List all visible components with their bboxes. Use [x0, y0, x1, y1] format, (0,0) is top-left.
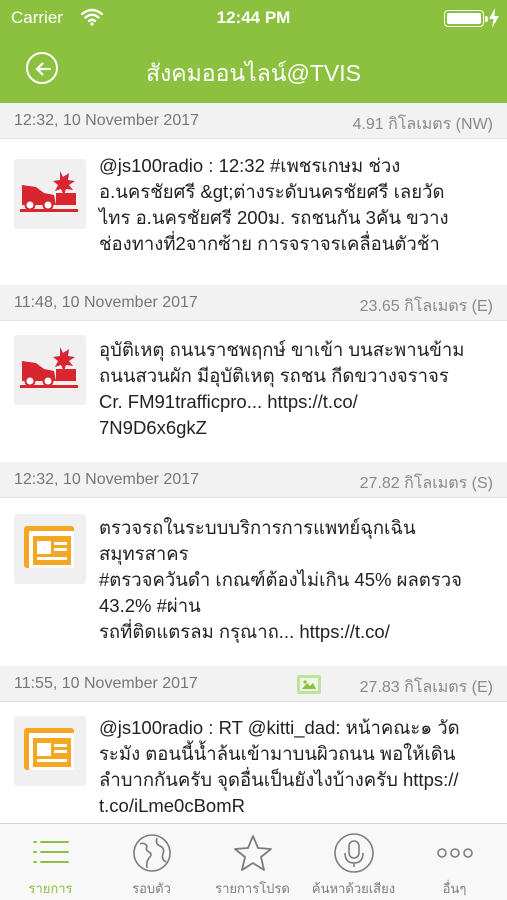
tab-voice-search[interactable]: ค้นหาด้วยเสียง: [303, 824, 404, 900]
charging-icon: [489, 8, 499, 28]
item-text: ตรวจรถในระบบบริการการแพทย์ฉุกเฉิน สมุทรส…: [99, 517, 462, 642]
item-header: 12:32, 10 November 2017 27.82 กิโลเมตร (…: [0, 462, 507, 498]
feed-item[interactable]: อุบัติเหตุ ถนนราชพฤกษ์ ขาเข้า บนสะพานข้า…: [0, 321, 507, 461]
news-icon: [14, 514, 86, 584]
tab-label: ค้นหาด้วยเสียง: [311, 881, 396, 896]
tab-label: รอบตัว: [132, 881, 171, 896]
item-text: @js100radio : RT @kitti_dad: หน้าคณะ๑ วั…: [99, 717, 460, 816]
more-icon: [437, 848, 473, 858]
status-bar: Carrier 12:44 PM: [0, 0, 507, 36]
tab-label: อื่นๆ: [442, 881, 467, 896]
item-header: 11:48, 10 November 2017 23.65 กิโลเมตร (…: [0, 285, 507, 321]
car-crash-icon: [14, 159, 86, 229]
item-date: 11:55, 10 November 2017: [14, 675, 198, 692]
star-icon: [234, 835, 272, 871]
tab-label: รายการ: [28, 881, 73, 896]
feed-item[interactable]: @js100radio : 12:32 #เพชรเกษม ช่วง อ.นคร…: [0, 139, 507, 285]
list-icon: [33, 841, 69, 863]
tab-bar: รายการ รอบตัว รายการโปรด ค้นหาด้วยเสียง …: [0, 823, 507, 900]
microphone-icon: [334, 833, 374, 873]
news-icon: [14, 716, 86, 786]
feed-item[interactable]: ตรวจรถในระบบบริการการแพทย์ฉุกเฉิน สมุทรส…: [0, 498, 507, 665]
item-date: 12:32, 10 November 2017: [14, 112, 200, 129]
battery-icon: [444, 10, 488, 27]
tab-label: รายการโปรด: [215, 881, 290, 896]
clock: 12:44 PM: [216, 8, 291, 27]
tab-list[interactable]: รายการ: [0, 824, 101, 900]
tab-nearby[interactable]: รอบตัว: [101, 824, 202, 900]
news-feed[interactable]: 12:32, 10 November 2017 4.91 กิโลเมตร (N…: [0, 103, 507, 823]
car-crash-icon: [14, 335, 86, 405]
item-header: 12:32, 10 November 2017 4.91 กิโลเมตร (N…: [0, 103, 507, 139]
page-title: สังคมออนไลน์@TVIS: [145, 60, 362, 86]
item-distance: 27.83 กิโลเมตร (E): [359, 679, 493, 696]
image-attachment-icon: [297, 675, 321, 694]
item-text: อุบัติเหตุ ถนนราชพฤกษ์ ขาเข้า บนสะพานข้า…: [99, 339, 465, 438]
app-header: Carrier 12:44 PM สังคมออนไลน์@TVIS: [0, 0, 507, 103]
globe-icon: [133, 834, 171, 872]
item-header: 11:55, 10 November 2017 27.83 กิโลเมตร (…: [0, 666, 507, 702]
item-date: 12:32, 10 November 2017: [14, 471, 200, 488]
item-distance: 27.82 กิโลเมตร (S): [359, 475, 493, 492]
item-distance: 4.91 กิโลเมตร (NW): [352, 116, 493, 133]
item-date: 11:48, 10 November 2017: [14, 294, 198, 311]
tab-more[interactable]: อื่นๆ: [404, 824, 505, 900]
item-text: @js100radio : 12:32 #เพชรเกษม ช่วง อ.นคร…: [99, 155, 449, 254]
feed-item[interactable]: @js100radio : RT @kitti_dad: หน้าคณะ๑ วั…: [0, 702, 507, 823]
tab-favorites[interactable]: รายการโปรด: [202, 824, 303, 900]
item-distance: 23.65 กิโลเมตร (E): [359, 298, 493, 315]
